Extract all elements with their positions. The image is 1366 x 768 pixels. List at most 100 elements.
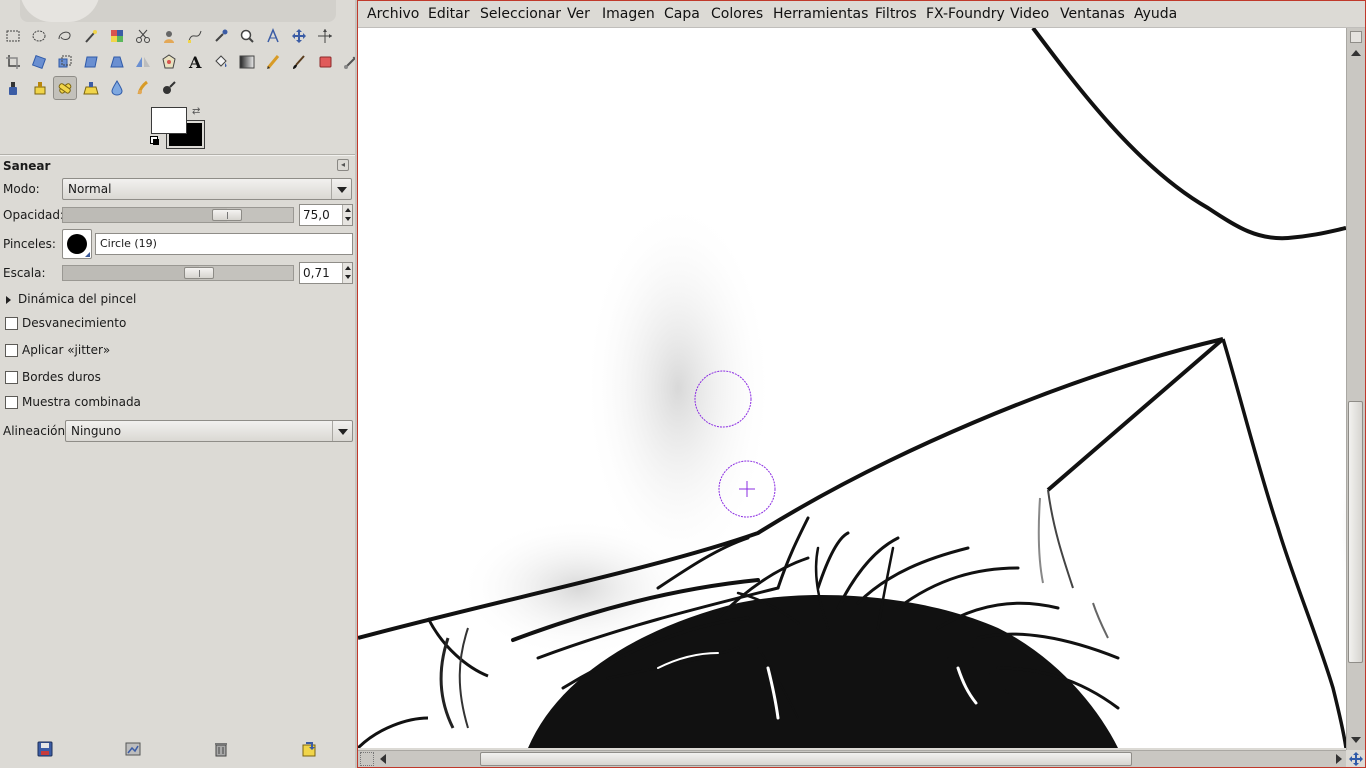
foreground-select-icon[interactable] [157, 24, 181, 48]
opacity-value: 75,0 [303, 208, 330, 222]
tool-options-title: Sanear [3, 159, 51, 173]
jitter-checkbox[interactable] [5, 344, 18, 357]
menu-ventanas[interactable]: Ventanas [1060, 6, 1125, 22]
image-canvas[interactable] [358, 28, 1346, 748]
fade-checkbox[interactable] [5, 317, 18, 330]
pencil-icon[interactable] [261, 50, 285, 74]
fuzzy-select-icon[interactable] [79, 24, 103, 48]
dodge-burn-icon[interactable] [157, 76, 181, 100]
toolbox: A ⇄ Sanear ◂ Modo: Normal Opacidad: 75,0… [0, 0, 358, 768]
scale-slider-handle[interactable] [184, 267, 214, 279]
horizontal-scroll-thumb[interactable] [480, 752, 1132, 766]
opacity-spinbox[interactable]: 75,0 [299, 204, 353, 226]
select-by-color-icon[interactable] [105, 24, 129, 48]
measure-icon[interactable] [261, 24, 285, 48]
scroll-down-icon[interactable] [1351, 737, 1361, 743]
perspective-clone-icon[interactable] [79, 76, 103, 100]
quick-mask-icon[interactable] [360, 752, 374, 766]
rect-select-icon[interactable] [1, 24, 25, 48]
scroll-up-icon[interactable] [1351, 50, 1361, 56]
crop-icon[interactable] [1, 50, 25, 74]
swap-colors-icon[interactable]: ⇄ [192, 106, 204, 118]
scissors-icon[interactable] [131, 24, 155, 48]
color-picker-icon[interactable] [209, 24, 233, 48]
blend-icon[interactable] [235, 50, 259, 74]
free-select-icon[interactable] [53, 24, 77, 48]
perspective-icon[interactable] [105, 50, 129, 74]
menu-capa[interactable]: Capa [664, 6, 700, 22]
menu-seleccionar[interactable]: Seleccionar [480, 6, 561, 22]
sample-merged-checkbox[interactable] [5, 396, 18, 409]
ellipse-select-icon[interactable] [27, 24, 51, 48]
menu-editar[interactable]: Editar [428, 6, 469, 22]
zoom-to-fit-icon[interactable] [1350, 31, 1362, 43]
vertical-scroll-thumb[interactable] [1348, 401, 1363, 663]
scale-slider-fill [63, 266, 199, 280]
move-icon[interactable] [287, 24, 311, 48]
scale-slider[interactable] [62, 265, 294, 281]
rotate-icon[interactable] [27, 50, 51, 74]
scale-icon[interactable] [53, 50, 77, 74]
navigate-icon[interactable] [1348, 751, 1364, 767]
vertical-scrollbar[interactable] [1346, 28, 1365, 750]
separator [0, 154, 355, 156]
menu-archivo[interactable]: Archivo [367, 6, 419, 22]
shear-icon[interactable] [79, 50, 103, 74]
blur-sharpen-icon[interactable] [105, 76, 129, 100]
delete-options-icon[interactable] [210, 738, 232, 760]
eraser-icon[interactable] [313, 50, 337, 74]
scale-spinbox[interactable]: 0,71 [299, 262, 353, 284]
chevron-down-icon [331, 179, 351, 199]
scroll-left-icon[interactable] [380, 754, 386, 764]
brush-preview-button[interactable] [62, 229, 92, 259]
sample-merged-label: Muestra combinada [22, 395, 141, 409]
bucket-fill-icon[interactable] [209, 50, 233, 74]
horizontal-scrollbar[interactable] [358, 750, 1346, 767]
reset-options-icon[interactable] [298, 738, 320, 760]
hard-edges-checkbox[interactable] [5, 371, 18, 384]
brush-name-field[interactable]: Circle (19) [95, 233, 353, 255]
menu-colores[interactable]: Colores [711, 6, 763, 22]
menu-ayuda[interactable]: Ayuda [1134, 6, 1177, 22]
jitter-label: Aplicar «jitter» [22, 343, 111, 357]
default-colors-icon[interactable] [150, 136, 160, 146]
opacity-slider-fill [63, 208, 227, 222]
flip-icon[interactable] [131, 50, 155, 74]
mode-combo[interactable]: Normal [62, 178, 352, 200]
paintbrush-icon[interactable] [287, 50, 311, 74]
scroll-right-icon[interactable] [1336, 754, 1342, 764]
hard-edges-label: Bordes duros [22, 370, 101, 384]
ink-icon[interactable] [1, 76, 25, 100]
alignment-value: Ninguno [71, 424, 122, 438]
spin-arrows-icon[interactable] [342, 205, 352, 225]
opacity-label: Opacidad: [3, 208, 64, 222]
smudge-icon[interactable] [131, 76, 155, 100]
cage-icon[interactable] [157, 50, 181, 74]
spin-arrows-icon[interactable] [342, 263, 352, 283]
heal-icon[interactable] [53, 76, 77, 100]
paths-icon[interactable] [183, 24, 207, 48]
chevron-down-icon [332, 421, 352, 441]
clone-icon[interactable] [27, 76, 51, 100]
brush-label: Pinceles: [3, 237, 56, 251]
expander-arrow-icon [6, 295, 11, 304]
opacity-slider[interactable] [62, 207, 294, 223]
menu-ver[interactable]: Ver [567, 6, 590, 22]
text-icon[interactable]: A [183, 50, 207, 74]
menu-filtros[interactable]: Filtros [875, 6, 917, 22]
restore-options-icon[interactable] [122, 738, 144, 760]
foreground-color-swatch[interactable] [151, 107, 187, 134]
menu-video[interactable]: Video [1010, 6, 1049, 22]
menu-herramientas[interactable]: Herramientas [773, 6, 868, 22]
menu-fx-foundry[interactable]: FX-Foundry [926, 6, 1005, 22]
save-options-icon[interactable] [34, 738, 56, 760]
alignment-label: Alineación: [3, 424, 70, 438]
alignment-combo[interactable]: Ninguno [65, 420, 353, 442]
opacity-slider-handle[interactable] [212, 209, 242, 221]
menu-imagen[interactable]: Imagen [602, 6, 655, 22]
fade-label: Desvanecimiento [22, 316, 127, 330]
panel-menu-icon[interactable]: ◂ [337, 159, 349, 171]
zoom-icon[interactable] [235, 24, 259, 48]
align-icon[interactable] [313, 24, 337, 48]
brush-dynamics-expander[interactable]: Dinámica del pincel [6, 292, 136, 306]
